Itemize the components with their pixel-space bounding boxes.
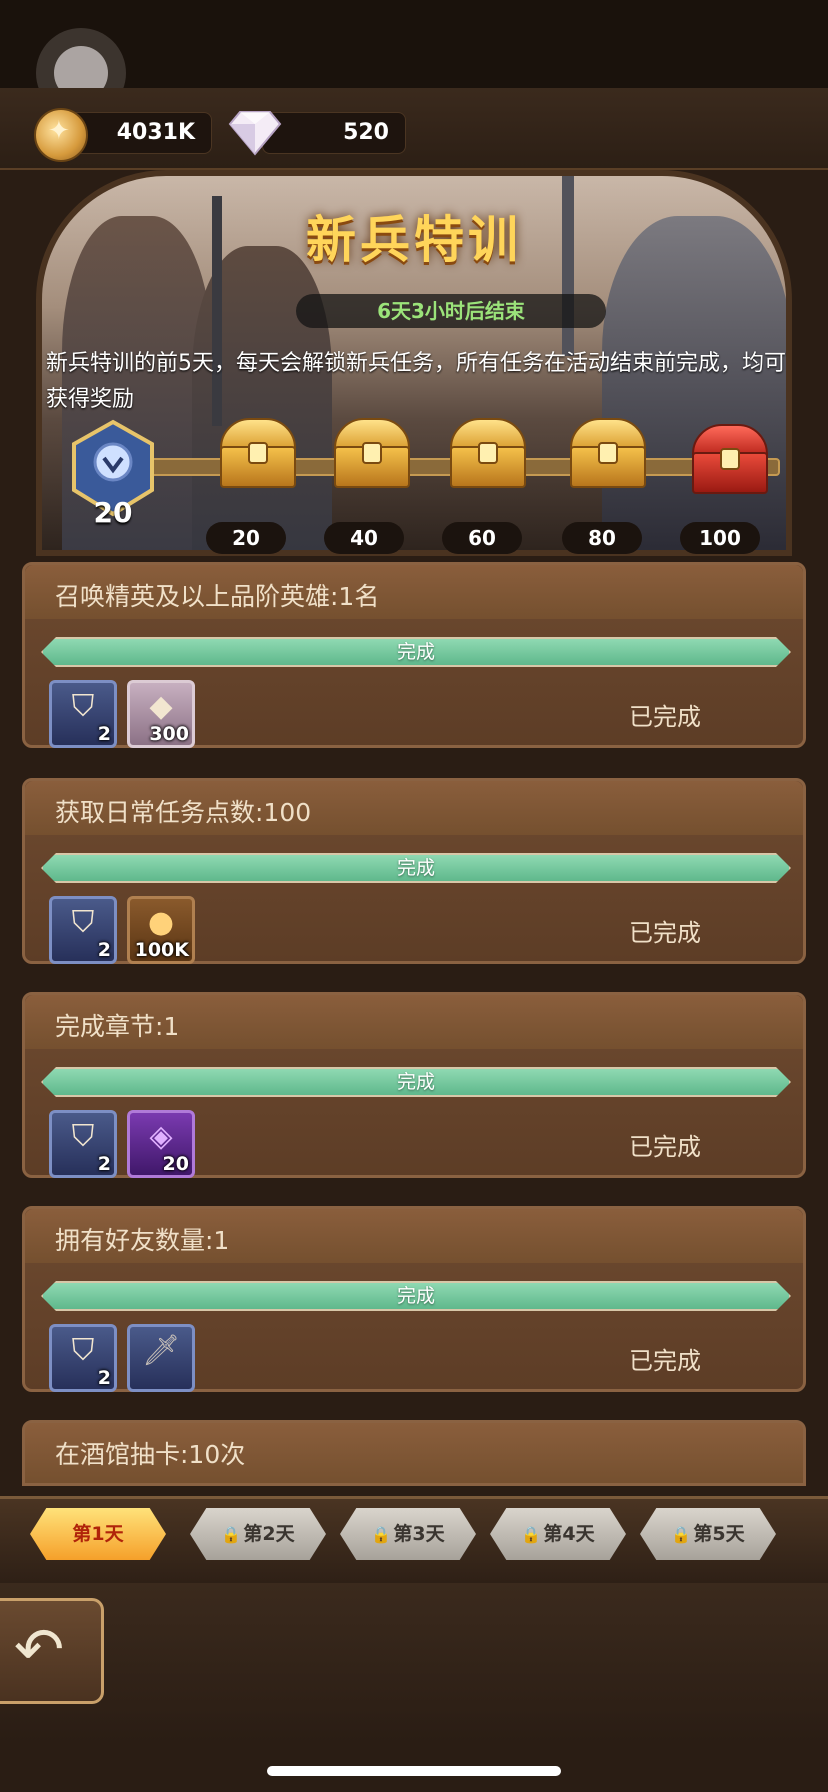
reward-qty: 2 bbox=[97, 723, 111, 745]
tab-day-5[interactable]: 🔒 第5天 bbox=[640, 1508, 776, 1560]
reward-qty: 300 bbox=[149, 723, 189, 745]
task-progress-bar: 完成 bbox=[41, 1067, 791, 1097]
lock-icon: 🔒 bbox=[671, 1525, 692, 1544]
task-status: 已完成 bbox=[629, 919, 701, 947]
tab-day-4[interactable]: 🔒 第4天 bbox=[490, 1508, 626, 1560]
reward-badge[interactable]: ⛉ 2 bbox=[49, 896, 117, 964]
reward-qty: 20 bbox=[162, 1153, 189, 1175]
reward-diamond[interactable]: ◆ 300 bbox=[127, 680, 195, 748]
milestone-chest-100[interactable] bbox=[688, 424, 768, 494]
back-arrow-icon: ↶ bbox=[14, 1615, 65, 1685]
gold-coin-icon: ● bbox=[147, 905, 175, 940]
tab-label: 第4天 bbox=[543, 1523, 595, 1545]
progress-label: 完成 bbox=[396, 1285, 435, 1307]
badge-icon: ⛉ bbox=[71, 905, 95, 940]
chest-lock-icon bbox=[598, 442, 618, 464]
milestone-label: 40 bbox=[324, 522, 404, 554]
task-card: 完成章节:1 完成 ⛉ 2 ◈ 20 已完成 bbox=[22, 992, 806, 1178]
event-timer: 6天3小时后结束 bbox=[296, 294, 606, 328]
milestone-label: 80 bbox=[562, 522, 642, 554]
gold-counter: 4031K bbox=[70, 112, 212, 154]
bottom-bar bbox=[0, 1583, 828, 1743]
milestone-chest-60[interactable] bbox=[446, 418, 526, 488]
task-card: 召唤精英及以上品阶英雄:1名 完成 ⛉ 2 ◆ 300 已完成 bbox=[22, 562, 806, 748]
lock-icon: 🔒 bbox=[521, 1525, 542, 1544]
task-title: 拥有好友数量:1 bbox=[55, 1226, 230, 1255]
reward-badge[interactable]: ⛉ 2 bbox=[49, 680, 117, 748]
diamond-icon: ◆ bbox=[149, 689, 173, 724]
task-title: 完成章节:1 bbox=[55, 1012, 180, 1041]
task-status: 已完成 bbox=[629, 703, 701, 731]
task-title: 在酒馆抽卡:10次 bbox=[55, 1440, 246, 1469]
task-title: 召唤精英及以上品阶英雄:1名 bbox=[55, 582, 380, 611]
hero-shard-icon: ◈ bbox=[149, 1119, 173, 1154]
milestone-chest-20[interactable] bbox=[216, 418, 296, 488]
badge-icon: ⛉ bbox=[71, 1119, 95, 1154]
task-progress-bar: 完成 bbox=[41, 637, 791, 667]
back-button[interactable]: ↶ bbox=[0, 1598, 104, 1704]
lock-icon: 🔒 bbox=[221, 1525, 242, 1544]
task-status: 已完成 bbox=[629, 1133, 701, 1161]
tab-label: 第5天 bbox=[693, 1523, 745, 1545]
sword-icon: 🗡 bbox=[141, 1333, 181, 1368]
progress-label: 完成 bbox=[396, 641, 435, 663]
milestone-chest-40[interactable] bbox=[330, 418, 410, 488]
badge-icon: ⛉ bbox=[71, 689, 95, 724]
home-indicator[interactable] bbox=[267, 1766, 561, 1776]
lock-icon: 🔒 bbox=[371, 1525, 392, 1544]
chest-lock-icon bbox=[720, 448, 740, 470]
reward-badge[interactable]: ⛉ 2 bbox=[49, 1110, 117, 1178]
chest-lock-icon bbox=[478, 442, 498, 464]
task-progress-bar: 完成 bbox=[41, 1281, 791, 1311]
chest-lock-icon bbox=[248, 442, 268, 464]
gold-amount: 4031K bbox=[116, 120, 195, 145]
progress-label: 完成 bbox=[396, 857, 435, 879]
task-status: 已完成 bbox=[629, 1347, 701, 1375]
milestone-label: 20 bbox=[206, 522, 286, 554]
reward-gold[interactable]: ● 100K bbox=[127, 896, 195, 964]
tab-label: 第1天 bbox=[72, 1523, 124, 1545]
badge-icon: ⛉ bbox=[71, 1333, 95, 1368]
diamond-amount: 520 bbox=[343, 120, 389, 145]
chest-lock-icon bbox=[362, 442, 382, 464]
tab-label: 第2天 bbox=[243, 1523, 295, 1545]
reward-qty: 100K bbox=[134, 939, 189, 961]
reward-badge[interactable]: ⛉ 2 bbox=[49, 1324, 117, 1392]
milestone-label: 60 bbox=[442, 522, 522, 554]
task-card: 拥有好友数量:1 完成 ⛉ 2 🗡 已完成 bbox=[22, 1206, 806, 1392]
task-card: 在酒馆抽卡:10次 bbox=[22, 1420, 806, 1486]
tab-day-1[interactable]: 第1天 bbox=[30, 1508, 166, 1560]
task-progress-bar: 完成 bbox=[41, 853, 791, 883]
milestone-chest-80[interactable] bbox=[566, 418, 646, 488]
reward-qty: 2 bbox=[97, 1153, 111, 1175]
event-title: 新兵特训 bbox=[306, 211, 522, 269]
task-title: 获取日常任务点数:100 bbox=[55, 798, 312, 827]
reward-hero-shard[interactable]: ◈ 20 bbox=[127, 1110, 195, 1178]
tab-day-3[interactable]: 🔒 第3天 bbox=[340, 1508, 476, 1560]
current-points: 20 bbox=[93, 496, 133, 529]
tab-day-2[interactable]: 🔒 第2天 bbox=[190, 1508, 326, 1560]
reward-sword[interactable]: 🗡 bbox=[127, 1324, 195, 1392]
diamond-icon bbox=[228, 111, 282, 156]
reward-qty: 2 bbox=[97, 939, 111, 961]
task-card: 获取日常任务点数:100 完成 ⛉ 2 ● 100K 已完成 bbox=[22, 778, 806, 964]
milestone-label: 100 bbox=[680, 522, 760, 554]
reward-qty: 2 bbox=[97, 1367, 111, 1389]
progress-label: 完成 bbox=[396, 1071, 435, 1093]
gold-coin-icon bbox=[34, 108, 88, 162]
tab-label: 第3天 bbox=[393, 1523, 445, 1545]
event-description: 新兵特训的前5天，每天会解锁新兵任务，所有任务在活动结束前完成，均可获得奖励 bbox=[46, 351, 786, 412]
diamond-counter: 520 bbox=[262, 112, 406, 154]
